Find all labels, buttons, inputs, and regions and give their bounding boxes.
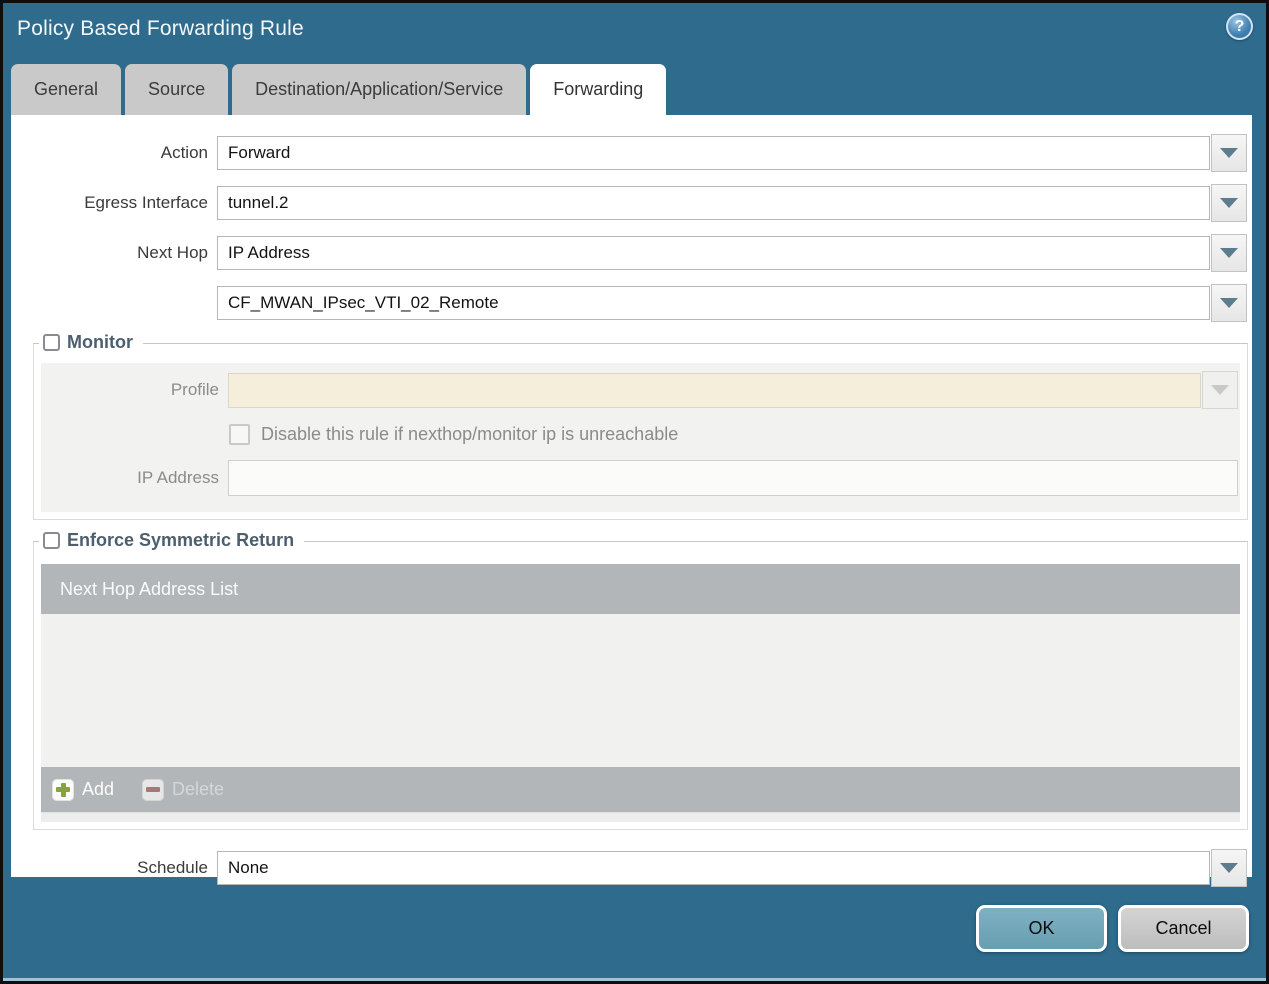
action-row: Action Forward	[11, 134, 1247, 172]
dialog-footer: OK Cancel	[3, 877, 1266, 979]
symmetric-return-legend: Enforce Symmetric Return	[39, 530, 305, 551]
chevron-down-icon	[1220, 148, 1238, 158]
tab-source[interactable]: Source	[125, 64, 229, 115]
disable-rule-checkbox	[229, 424, 250, 445]
monitor-ip-address-input	[228, 460, 1238, 496]
horizontal-scrollbar[interactable]	[41, 812, 1240, 822]
chevron-down-icon	[1220, 248, 1238, 258]
schedule-combobox: None	[217, 849, 1247, 887]
ok-button[interactable]: OK	[976, 904, 1107, 952]
delete-button: Delete	[142, 778, 225, 801]
symmetric-return-section: Enforce Symmetric Return Next Hop Addres…	[33, 530, 1248, 830]
monitor-legend: Monitor	[39, 332, 143, 353]
action-field[interactable]: Forward	[217, 136, 1210, 170]
tab-destination-application-service[interactable]: Destination/Application/Service	[232, 64, 527, 115]
minus-icon	[142, 778, 165, 801]
schedule-dropdown-button[interactable]	[1211, 849, 1247, 887]
action-combobox: Forward	[217, 134, 1247, 172]
monitor-ip-address-label: IP Address	[137, 468, 219, 487]
monitor-checkbox[interactable]	[43, 334, 60, 351]
next-hop-combobox: IP Address	[217, 234, 1247, 272]
enforce-symmetric-return-checkbox[interactable]	[43, 532, 60, 549]
table-header: Next Hop Address List	[41, 564, 1240, 614]
add-button[interactable]: Add	[52, 778, 115, 801]
policy-based-forwarding-dialog: Policy Based Forwarding Rule ? General S…	[0, 0, 1269, 984]
next-hop-address-dropdown-button[interactable]	[1211, 284, 1247, 322]
schedule-row: Schedule None	[11, 849, 1247, 887]
next-hop-dropdown-button[interactable]	[1211, 234, 1247, 272]
profile-combobox	[228, 371, 1238, 409]
tab-general[interactable]: General	[11, 64, 122, 115]
monitor-legend-label: Monitor	[67, 332, 133, 352]
forwarding-tab-panel: Action Forward Egress Interface tunnel.2…	[11, 115, 1252, 887]
next-hop-address-field[interactable]: CF_MWAN_IPsec_VTI_02_Remote	[217, 286, 1210, 320]
help-question-glyph: ?	[1234, 17, 1245, 35]
action-label: Action	[160, 143, 208, 162]
add-button-label: Add	[82, 779, 115, 799]
profile-label: Profile	[170, 380, 219, 399]
chevron-down-icon	[1220, 198, 1238, 208]
next-hop-label: Next Hop	[137, 243, 208, 262]
plus-icon	[52, 778, 74, 801]
title-bar: Policy Based Forwarding Rule ?	[3, 3, 1266, 63]
monitor-body: Profile Disable this rule if nexthop/mon…	[41, 363, 1240, 512]
disable-rule-label: Disable this rule if nexthop/monitor ip …	[261, 424, 679, 444]
egress-interface-dropdown-button[interactable]	[1211, 184, 1247, 222]
next-hop-type-field[interactable]: IP Address	[217, 236, 1210, 270]
table-toolbar: Add Delete	[41, 767, 1240, 812]
schedule-label: Schedule	[137, 858, 208, 877]
tab-bar: General Source Destination/Application/S…	[3, 63, 1266, 115]
egress-interface-combobox: tunnel.2	[217, 184, 1247, 222]
cancel-button[interactable]: Cancel	[1118, 904, 1249, 952]
dialog-title: Policy Based Forwarding Rule	[17, 17, 304, 40]
egress-interface-row: Egress Interface tunnel.2	[11, 184, 1247, 222]
disable-rule-row: Disable this rule if nexthop/monitor ip …	[229, 424, 1238, 445]
window-bottom-edge	[3, 978, 1266, 981]
chevron-down-icon	[1220, 298, 1238, 308]
tab-forwarding[interactable]: Forwarding	[530, 64, 667, 115]
next-hop-address-combobox: CF_MWAN_IPsec_VTI_02_Remote	[217, 284, 1247, 322]
monitor-section: Monitor Profile Disable this rule if nex…	[33, 332, 1248, 520]
next-hop-address-row: CF_MWAN_IPsec_VTI_02_Remote	[11, 284, 1247, 322]
egress-interface-label: Egress Interface	[84, 193, 208, 212]
monitor-ip-address-row: IP Address	[41, 460, 1238, 496]
symmetric-return-legend-label: Enforce Symmetric Return	[67, 530, 295, 550]
egress-interface-field[interactable]: tunnel.2	[217, 186, 1210, 220]
schedule-field[interactable]: None	[217, 851, 1210, 885]
delete-button-label: Delete	[172, 779, 225, 799]
help-icon[interactable]: ?	[1226, 13, 1253, 40]
next-hop-row: Next Hop IP Address	[11, 234, 1247, 272]
profile-dropdown-button	[1202, 371, 1238, 409]
profile-field	[228, 372, 1201, 408]
action-dropdown-button[interactable]	[1211, 134, 1247, 172]
table-body[interactable]	[41, 614, 1240, 767]
chevron-down-icon	[1211, 385, 1229, 395]
chevron-down-icon	[1220, 863, 1238, 873]
next-hop-address-list-table: Next Hop Address List Add Delete	[41, 564, 1240, 822]
profile-row: Profile	[41, 371, 1238, 409]
